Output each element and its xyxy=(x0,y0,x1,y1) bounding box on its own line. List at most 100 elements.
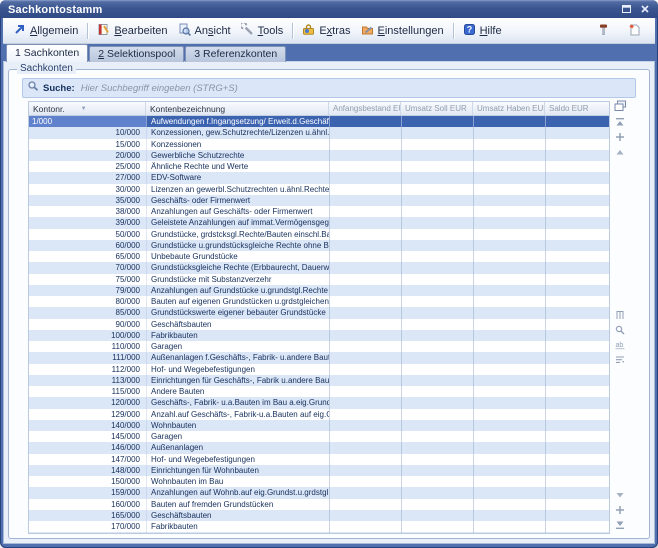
search-bar[interactable]: Suche: xyxy=(22,78,636,98)
table-row[interactable]: 1/000 Aufwendungen f.Ingangsetzung/ Erwe… xyxy=(29,116,609,127)
scroll-to-bottom-button[interactable] xyxy=(614,519,627,532)
umsatz-soll-cell xyxy=(401,375,473,386)
row-append-button[interactable] xyxy=(614,504,627,517)
saldo-cell xyxy=(545,375,609,386)
grid-header: Kontonr. ▼ Kontenbezeichnung Anfangsbest… xyxy=(29,102,609,116)
umsatz-haben-cell xyxy=(473,386,545,397)
table-row[interactable]: 165/000 Geschäftsbauten xyxy=(29,510,609,521)
new-document-toolbar-button[interactable] xyxy=(623,21,646,41)
umsatz-haben-cell xyxy=(473,262,545,273)
menu-item-ansicht[interactable]: Ansicht xyxy=(173,21,236,41)
table-row[interactable]: 60/000 Grundstücke u.grundstücksgleiche … xyxy=(29,240,609,251)
table-row[interactable]: 112/000 Hof- und Wegebefestigungen xyxy=(29,364,609,375)
table-row[interactable]: 79/000 Anzahlungen auf Grundstücke u.gru… xyxy=(29,285,609,296)
menu-item-extras[interactable]: Extras xyxy=(297,21,355,41)
table-row[interactable]: 30/000 Lizenzen an gewerbl.Schutzrechten… xyxy=(29,184,609,195)
menu-item-bearbeiten[interactable]: Bearbeiten xyxy=(92,21,172,41)
row-insert-button[interactable] xyxy=(614,131,627,144)
umsatz-haben-cell xyxy=(473,420,545,431)
table-row[interactable]: 90/000 Geschäftsbauten xyxy=(29,319,609,330)
table-row[interactable]: 148/000 Einrichtungen für Wohnbauten xyxy=(29,465,609,476)
table-row[interactable]: 129/000 Anzahl.auf Geschäfts-, Fabrik-u.… xyxy=(29,409,609,420)
account-number-cell: 30/000 xyxy=(29,184,146,195)
table-row[interactable]: 75/000 Grundstücke mit Substanzverzehr xyxy=(29,274,609,285)
column-header-umsatz-haben[interactable]: Umsatz Haben EUR xyxy=(473,102,545,115)
table-row[interactable]: 175/000 Garagen xyxy=(29,532,609,533)
scroll-up-button[interactable] xyxy=(614,146,627,159)
table-row[interactable]: 100/000 Fabrikbauten xyxy=(29,330,609,341)
anfangsbestand-cell xyxy=(329,442,401,453)
table-row[interactable]: 20/000 Gewerbliche Schutzrechte xyxy=(29,150,609,161)
saldo-cell xyxy=(545,262,609,273)
account-name-cell: Unbebaute Grundstücke xyxy=(146,251,329,262)
account-number-cell: 10/000 xyxy=(29,127,146,138)
table-row[interactable]: 147/000 Hof- und Wegebefestigungen xyxy=(29,454,609,465)
anfangsbestand-cell xyxy=(329,195,401,206)
anfangsbestand-cell xyxy=(329,307,401,318)
close-button[interactable] xyxy=(637,3,652,16)
scroll-down-button[interactable] xyxy=(614,489,627,502)
saldo-cell xyxy=(545,116,609,127)
tab-referenzkonten[interactable]: 3 Referenzkonten xyxy=(185,46,286,62)
table-row[interactable]: 39/000 Geleistete Anzahlungen auf immat.… xyxy=(29,217,609,228)
font-size-button[interactable]: ab xyxy=(614,339,627,352)
account-name-cell: Garagen xyxy=(146,341,329,352)
settings-folder-icon xyxy=(361,23,374,39)
hammer-toolbar-button[interactable] xyxy=(592,21,615,41)
table-row[interactable]: 50/000 Grundstücke, grdstcksgl.Rechte/Ba… xyxy=(29,229,609,240)
table-row[interactable]: 65/000 Unbebaute Grundstücke xyxy=(29,251,609,262)
column-header-anfangsbestand[interactable]: Anfangsbestand EUR xyxy=(329,102,401,115)
table-row[interactable]: 15/000 Konzessionen xyxy=(29,139,609,150)
table-row[interactable]: 170/000 Fabrikbauten xyxy=(29,521,609,532)
menu-item-hilfe[interactable]: ? Hilfe xyxy=(458,21,507,41)
table-row[interactable]: 150/000 Wohnbauten im Bau xyxy=(29,476,609,487)
column-header-saldo[interactable]: Saldo EUR xyxy=(545,102,609,115)
zoom-button[interactable] xyxy=(614,324,627,337)
tab-sachkonten[interactable]: 1 Sachkonten xyxy=(6,44,88,62)
column-label: Kontonr. xyxy=(33,104,65,114)
column-header-kontenbezeichnung[interactable]: Kontenbezeichnung xyxy=(146,102,329,115)
search-input[interactable] xyxy=(79,81,631,95)
grid-area: Kontonr. ▼ Kontenbezeichnung Anfangsbest… xyxy=(28,101,642,534)
sort-button[interactable] xyxy=(614,354,627,367)
account-number-cell: 110/000 xyxy=(29,341,146,352)
account-name-cell: Einrichtungen für Geschäfts-, Fabrik u.a… xyxy=(146,375,329,386)
table-row[interactable]: 85/000 Grundstückswerte eigener bebauter… xyxy=(29,307,609,318)
account-number-cell: 25/000 xyxy=(29,161,146,172)
table-row[interactable]: 80/000 Bauten auf eigenen Grundstücken u… xyxy=(29,296,609,307)
column-width-button[interactable] xyxy=(614,309,627,322)
umsatz-soll-cell xyxy=(401,206,473,217)
select-all-button[interactable] xyxy=(614,101,627,114)
table-row[interactable]: 10/000 Konzessionen, gew.Schutzrechte/Li… xyxy=(29,127,609,138)
table-row[interactable]: 38/000 Anzahlungen auf Geschäfts- oder F… xyxy=(29,206,609,217)
umsatz-soll-cell xyxy=(401,487,473,498)
menu-item-einstellungen[interactable]: Einstellungen xyxy=(356,21,449,41)
anfangsbestand-cell xyxy=(329,274,401,285)
restore-icon xyxy=(622,4,631,16)
table-row[interactable]: 146/000 Außenanlagen xyxy=(29,442,609,453)
grid-side-strip: ab xyxy=(610,101,628,534)
table-row[interactable]: 35/000 Geschäfts- oder Firmenwert xyxy=(29,195,609,206)
table-row[interactable]: 113/000 Einrichtungen für Geschäfts-, Fa… xyxy=(29,375,609,386)
table-row[interactable]: 27/000 EDV-Software xyxy=(29,172,609,183)
table-row[interactable]: 160/000 Bauten auf fremden Grundstücken xyxy=(29,499,609,510)
umsatz-soll-cell xyxy=(401,127,473,138)
table-row[interactable]: 145/000 Garagen xyxy=(29,431,609,442)
table-row[interactable]: 159/000 Anzahlungen auf Wohnb.auf eig.Gr… xyxy=(29,487,609,498)
restore-button[interactable] xyxy=(619,3,634,16)
table-row[interactable]: 70/000 Grundstücksgleiche Rechte (Erbbau… xyxy=(29,262,609,273)
table-row[interactable]: 25/000 Ähnliche Rechte und Werte xyxy=(29,161,609,172)
column-header-umsatz-soll[interactable]: Umsatz Soll EUR xyxy=(401,102,473,115)
table-row[interactable]: 140/000 Wohnbauten xyxy=(29,420,609,431)
account-name-cell: Anzahlungen auf Grundstücke u.grundstgl.… xyxy=(146,285,329,296)
table-row[interactable]: 120/000 Geschäfts-, Fabrik- u.a.Bauten i… xyxy=(29,397,609,408)
table-row[interactable]: 111/000 Außenanlagen f.Geschäfts-, Fabri… xyxy=(29,352,609,363)
menu-item-allgemein[interactable]: Allgemein xyxy=(8,21,83,41)
table-row[interactable]: 115/000 Andere Bauten xyxy=(29,386,609,397)
saldo-cell xyxy=(545,150,609,161)
tab-selektionspool[interactable]: 2 Selektionspool xyxy=(89,46,184,62)
table-row[interactable]: 110/000 Garagen xyxy=(29,341,609,352)
column-header-kontonr[interactable]: Kontonr. ▼ xyxy=(29,102,146,115)
scroll-to-top-button[interactable] xyxy=(614,116,627,129)
menu-item-tools[interactable]: Tools xyxy=(236,21,289,41)
